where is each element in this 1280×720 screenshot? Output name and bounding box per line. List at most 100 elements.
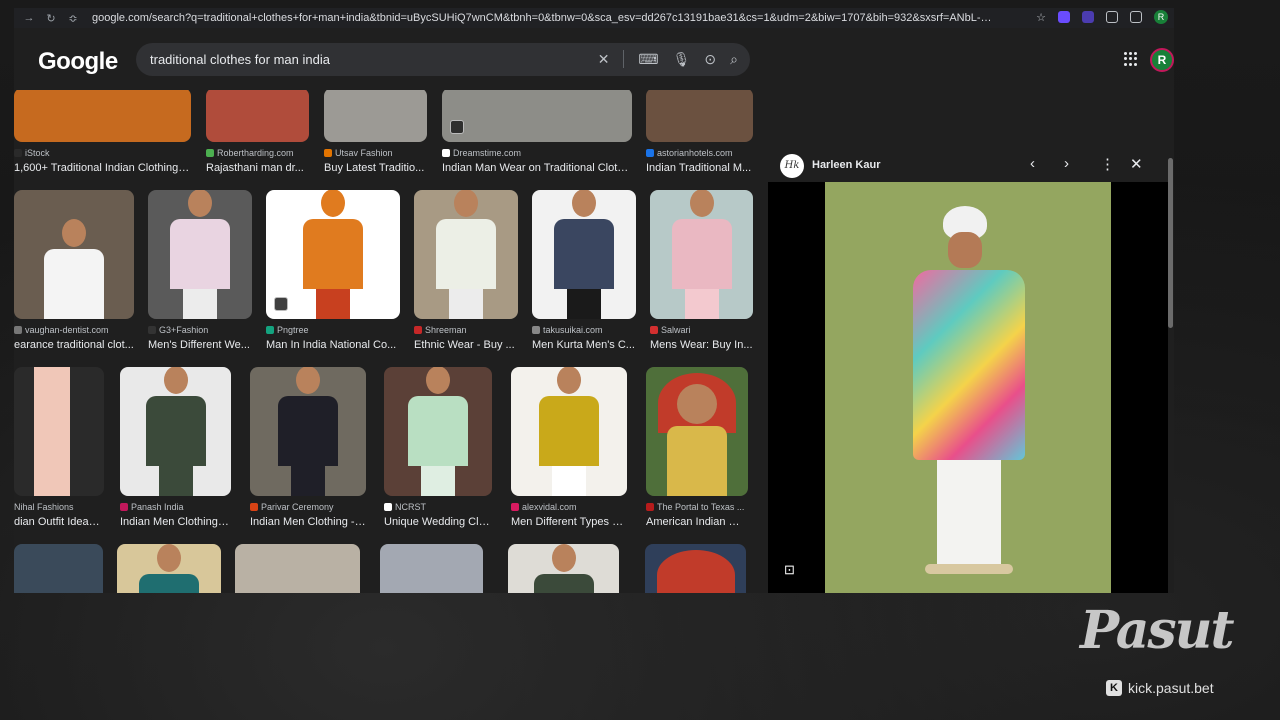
keyboard-icon[interactable]: ⌨ bbox=[638, 51, 658, 68]
result-source: Pngtree bbox=[266, 325, 400, 335]
result-title[interactable]: Indian Men Clothing - ... bbox=[250, 516, 366, 528]
result-thumbnail[interactable] bbox=[14, 367, 104, 496]
result-tile[interactable]: NCRST Unique Wedding Clot... bbox=[384, 367, 492, 528]
result-title[interactable]: earance traditional clot... bbox=[14, 339, 134, 351]
logo-text: Google bbox=[38, 48, 118, 75]
result-title[interactable]: Men Kurta Men's C... bbox=[532, 339, 636, 351]
result-title[interactable]: Unique Wedding Clot... bbox=[384, 516, 492, 528]
result-title[interactable]: Rajasthani man dr... bbox=[206, 162, 309, 174]
visual-search-icon[interactable]: ⊡ bbox=[784, 562, 800, 578]
result-tile[interactable]: Robertharding.com Rajasthani man dr... bbox=[206, 90, 309, 174]
result-source: takusuikai.com bbox=[532, 325, 636, 335]
scrollbar[interactable] bbox=[1168, 158, 1173, 328]
result-thumbnail[interactable] bbox=[14, 190, 134, 319]
extension-icon[interactable] bbox=[1082, 11, 1094, 23]
search-icon[interactable]: ⌕ bbox=[730, 51, 738, 68]
account-avatar[interactable]: R bbox=[1150, 48, 1174, 72]
source-logo[interactable]: Hk bbox=[780, 154, 804, 178]
result-thumbnail[interactable] bbox=[14, 90, 191, 142]
result-title[interactable]: Man In India National Co... bbox=[266, 339, 400, 351]
result-tile[interactable] bbox=[508, 544, 619, 593]
result-tile[interactable]: Dreamstime.com Indian Man Wear on Tradit… bbox=[442, 90, 632, 174]
result-tile[interactable]: Pngtree Man In India National Co... bbox=[266, 190, 400, 351]
result-tile[interactable]: Shreeman Ethnic Wear - Buy ... bbox=[414, 190, 518, 351]
search-input[interactable]: traditional clothes for man india bbox=[150, 52, 590, 67]
search-box[interactable]: traditional clothes for man india ✕ ⌨ 🎙 … bbox=[136, 43, 750, 76]
result-thumbnail[interactable] bbox=[442, 90, 632, 142]
result-thumbnail[interactable] bbox=[650, 190, 753, 319]
clear-icon[interactable]: ✕ bbox=[598, 51, 610, 68]
media-icon[interactable] bbox=[1130, 11, 1142, 23]
result-thumbnail[interactable] bbox=[148, 190, 252, 319]
result-thumbnail[interactable] bbox=[645, 544, 746, 593]
result-tile[interactable] bbox=[380, 544, 483, 593]
reload-icon[interactable]: ↻ bbox=[44, 12, 58, 25]
result-thumbnail[interactable] bbox=[414, 190, 518, 319]
result-tile[interactable]: alexvidal.com Men Different Types O... bbox=[511, 367, 627, 528]
result-tile[interactable]: Parivar Ceremony Indian Men Clothing - .… bbox=[250, 367, 366, 528]
result-tile[interactable]: Panash India Indian Men Clothing: ... bbox=[120, 367, 231, 528]
result-thumbnail[interactable] bbox=[117, 544, 221, 593]
forward-icon[interactable]: → bbox=[22, 12, 36, 24]
result-title[interactable]: American Indian Ma... bbox=[646, 516, 748, 528]
result-thumbnail[interactable] bbox=[646, 90, 753, 142]
close-icon[interactable]: ✕ bbox=[1130, 155, 1143, 173]
result-title[interactable]: 1,600+ Traditional Indian Clothing Fo... bbox=[14, 162, 191, 174]
result-source: NCRST bbox=[384, 502, 492, 512]
prev-icon[interactable]: ‹ bbox=[1030, 155, 1035, 172]
result-title[interactable]: Buy Latest Traditio... bbox=[324, 162, 427, 174]
preview-header: Hk Harleen Kaur ‹ › ⋮ ✕ bbox=[768, 148, 1168, 182]
result-title[interactable]: Men's Different We... bbox=[148, 339, 252, 351]
result-title[interactable]: Men Different Types O... bbox=[511, 516, 627, 528]
result-thumbnail[interactable] bbox=[384, 367, 492, 496]
result-thumbnail[interactable] bbox=[235, 544, 360, 593]
result-tile[interactable]: iStock 1,600+ Traditional Indian Clothin… bbox=[14, 90, 191, 174]
lens-icon[interactable]: ⊙ bbox=[704, 51, 716, 68]
result-tile[interactable] bbox=[235, 544, 360, 593]
result-title[interactable]: Indian Traditional M... bbox=[646, 162, 753, 174]
extension-icon[interactable] bbox=[1058, 11, 1070, 23]
result-thumbnail[interactable] bbox=[532, 190, 636, 319]
preview-source-name[interactable]: Harleen Kaur bbox=[812, 159, 880, 171]
result-tile[interactable]: Utsav Fashion Buy Latest Traditio... bbox=[324, 90, 427, 174]
result-tile[interactable]: Nihal Fashions dian Outfit Ideas ... bbox=[14, 367, 104, 528]
result-source: The Portal to Texas ... bbox=[646, 502, 748, 512]
result-tile[interactable] bbox=[117, 544, 221, 593]
profile-avatar[interactable]: R bbox=[1154, 10, 1168, 24]
address-bar[interactable]: → ↻ ≎ google.com/search?q=traditional+cl… bbox=[14, 8, 1174, 28]
result-thumbnail[interactable] bbox=[206, 90, 309, 142]
result-thumbnail[interactable] bbox=[120, 367, 231, 496]
result-title[interactable]: Indian Men Clothing: ... bbox=[120, 516, 231, 528]
preview-image[interactable] bbox=[825, 182, 1111, 593]
result-tile[interactable]: G3+Fashion Men's Different We... bbox=[148, 190, 252, 351]
result-thumbnail[interactable] bbox=[266, 190, 400, 319]
result-tile[interactable] bbox=[645, 544, 746, 593]
star-icon[interactable]: ☆ bbox=[1036, 11, 1046, 24]
result-title[interactable]: Indian Man Wear on Traditional Clothe... bbox=[442, 162, 632, 174]
next-icon[interactable]: › bbox=[1064, 155, 1069, 172]
more-icon[interactable]: ⋮ bbox=[1100, 155, 1115, 173]
result-title[interactable]: Ethnic Wear - Buy ... bbox=[414, 339, 518, 351]
mic-icon[interactable]: 🎙 bbox=[673, 51, 691, 68]
result-tile[interactable]: vaughan-dentist.com earance traditional … bbox=[14, 190, 134, 351]
result-thumbnail[interactable] bbox=[508, 544, 619, 593]
result-thumbnail[interactable] bbox=[324, 90, 427, 142]
result-title[interactable]: dian Outfit Ideas ... bbox=[14, 516, 104, 528]
extensions-puzzle-icon[interactable] bbox=[1106, 11, 1118, 23]
apps-icon[interactable] bbox=[1124, 52, 1138, 66]
result-thumbnail[interactable] bbox=[511, 367, 627, 496]
result-tile[interactable] bbox=[14, 544, 103, 593]
result-tile[interactable]: takusuikai.com Men Kurta Men's C... bbox=[532, 190, 636, 351]
url-text[interactable]: google.com/search?q=traditional+clothes+… bbox=[92, 12, 992, 24]
result-tile[interactable]: Salwari Mens Wear: Buy In... bbox=[650, 190, 753, 351]
result-thumbnail[interactable] bbox=[14, 544, 103, 593]
result-title[interactable]: Mens Wear: Buy In... bbox=[650, 339, 753, 351]
watermark-logo: Pasut bbox=[1080, 600, 1235, 661]
result-tile[interactable]: The Portal to Texas ... American Indian … bbox=[646, 367, 748, 528]
result-thumbnail[interactable] bbox=[250, 367, 366, 496]
site-info-icon[interactable]: ≎ bbox=[66, 12, 80, 25]
result-tile[interactable]: astorianhotels.com Indian Traditional M.… bbox=[646, 90, 753, 174]
result-thumbnail[interactable] bbox=[646, 367, 748, 496]
google-logo[interactable]: Google bbox=[38, 48, 118, 76]
result-thumbnail[interactable] bbox=[380, 544, 483, 593]
